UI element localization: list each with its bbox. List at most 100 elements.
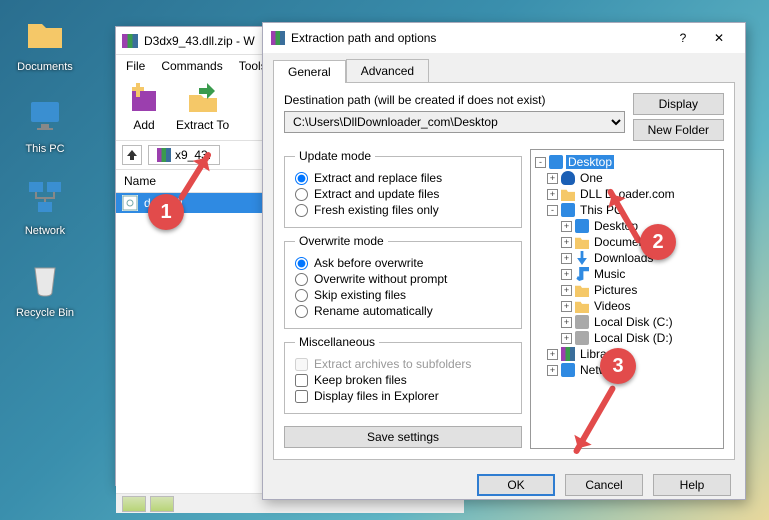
option-label: Display files in Explorer: [314, 389, 439, 403]
update-option[interactable]: Extract and replace files: [295, 171, 511, 185]
misc-option: Extract archives to subfolders: [295, 357, 511, 371]
disk-icon: [575, 315, 589, 329]
misc-option[interactable]: Display files in Explorer: [295, 389, 511, 403]
tree-label: Local Disk (D:): [592, 331, 675, 345]
overwrite-mode-legend: Overwrite mode: [295, 234, 388, 248]
folder-tree[interactable]: -Desktop+One+DLL Doader.com-This PC+Desk…: [530, 149, 724, 449]
expand-icon[interactable]: -: [547, 205, 558, 216]
expand-icon[interactable]: +: [547, 173, 558, 184]
dialog-title: Extraction path and options: [291, 31, 665, 45]
update-option[interactable]: Extract and update files: [295, 187, 511, 201]
winrar-icon: [122, 34, 138, 48]
annotation-callout-3: 3: [600, 348, 636, 384]
destination-label: Destination path (will be created if doe…: [284, 93, 625, 107]
display-button[interactable]: Display: [633, 93, 724, 115]
expand-icon[interactable]: +: [561, 253, 572, 264]
radio-input[interactable]: [295, 188, 308, 201]
folder-icon: [575, 283, 589, 297]
overwrite-option[interactable]: Skip existing files: [295, 288, 511, 302]
expand-icon[interactable]: +: [547, 189, 558, 200]
menu-file[interactable]: File: [126, 59, 145, 73]
save-settings-button[interactable]: Save settings: [284, 426, 522, 448]
close-button[interactable]: ✕: [701, 26, 737, 50]
tree-label: Desktop: [566, 155, 614, 169]
expand-icon[interactable]: +: [561, 333, 572, 344]
overwrite-option[interactable]: Overwrite without prompt: [295, 272, 511, 286]
checkbox-input[interactable]: [295, 390, 308, 403]
toolbar-extract-to[interactable]: Extract To: [176, 81, 229, 132]
overwrite-option[interactable]: Ask before overwrite: [295, 256, 511, 270]
desktop-icon-label: Documents: [10, 61, 80, 73]
tree-node[interactable]: +Pictures: [533, 282, 721, 298]
tree-node[interactable]: +Local Disk (C:): [533, 314, 721, 330]
tab-general[interactable]: General: [273, 60, 346, 83]
option-label: Ask before overwrite: [314, 256, 423, 270]
toolbar-add[interactable]: Add: [126, 81, 162, 132]
desktop-icon-network[interactable]: Network: [10, 178, 80, 237]
overwrite-option[interactable]: Rename automatically: [295, 304, 511, 318]
dll-file-icon: [122, 195, 138, 211]
misc-option[interactable]: Keep broken files: [295, 373, 511, 387]
ok-button[interactable]: OK: [477, 474, 555, 496]
radio-input[interactable]: [295, 204, 308, 217]
update-mode-group: Update mode Extract and replace filesExt…: [284, 149, 522, 228]
tree-node[interactable]: +Downloads: [533, 250, 721, 266]
desktop-icon-label: This PC: [10, 143, 80, 155]
folder-icon: [575, 299, 589, 313]
tab-pane-general: Destination path (will be created if doe…: [273, 82, 735, 460]
tree-node[interactable]: + Videos: [533, 298, 721, 314]
expand-icon[interactable]: -: [535, 157, 546, 168]
status-segment: [122, 496, 146, 512]
update-option[interactable]: Fresh existing files only: [295, 203, 511, 217]
tree-node[interactable]: +Document: [533, 234, 721, 250]
extraction-dialog: Extraction path and options ? ✕ General …: [262, 22, 746, 500]
menu-commands[interactable]: Commands: [161, 59, 222, 73]
checkbox-input[interactable]: [295, 374, 308, 387]
overwrite-mode-group: Overwrite mode Ask before overwrite Overw…: [284, 234, 522, 329]
destination-path-input[interactable]: C:\Users\DllDownloader_com\Desktop: [284, 111, 625, 133]
up-button[interactable]: [122, 145, 142, 165]
tree-node[interactable]: +One: [533, 170, 721, 186]
tree-node[interactable]: + Local Disk (D:): [533, 330, 721, 346]
tree-node[interactable]: +Music: [533, 266, 721, 282]
music-icon: [575, 267, 589, 281]
radio-input[interactable]: [295, 257, 308, 270]
desktop-icon-label: Network: [10, 225, 80, 237]
option-label: Extract and replace files: [314, 171, 442, 185]
option-label: Fresh existing files only: [314, 203, 439, 217]
tree-label: Videos: [592, 299, 632, 313]
cancel-button[interactable]: Cancel: [565, 474, 643, 496]
cloud-icon: [561, 171, 575, 185]
help-button[interactable]: Help: [653, 474, 731, 496]
desktop-icon-documents[interactable]: Documents: [10, 14, 80, 73]
folder-icon: [575, 235, 589, 249]
checkbox-input: [295, 358, 308, 371]
option-label: Overwrite without prompt: [314, 272, 447, 286]
expand-icon[interactable]: +: [547, 349, 558, 360]
desktop-icon-recycle[interactable]: Recycle Bin: [10, 260, 80, 319]
expand-icon[interactable]: +: [561, 285, 572, 296]
option-label: Skip existing files: [314, 288, 406, 302]
expand-icon[interactable]: +: [561, 317, 572, 328]
new-folder-button[interactable]: New Folder: [633, 119, 724, 141]
option-label: Extract and update files: [314, 187, 439, 201]
expand-icon[interactable]: +: [561, 237, 572, 248]
help-titlebar-button[interactable]: ?: [665, 26, 701, 50]
desktop-icon-this-pc[interactable]: This PC: [10, 96, 80, 155]
winrar-icon: [271, 31, 285, 45]
radio-input[interactable]: [295, 172, 308, 185]
desktop-icon: [575, 219, 589, 233]
expand-icon[interactable]: +: [547, 365, 558, 376]
books-icon: [561, 347, 575, 361]
tab-advanced[interactable]: Advanced: [346, 59, 429, 82]
radio-input[interactable]: [295, 289, 308, 302]
radio-input[interactable]: [295, 273, 308, 286]
radio-input[interactable]: [295, 305, 308, 318]
expand-icon[interactable]: +: [561, 221, 572, 232]
expand-icon[interactable]: +: [561, 301, 572, 312]
expand-icon[interactable]: +: [561, 269, 572, 280]
tree-node[interactable]: - Desktop: [533, 154, 721, 170]
toolbar-label: Add: [126, 118, 162, 132]
dialog-titlebar[interactable]: Extraction path and options ? ✕: [263, 23, 745, 53]
tree-node[interactable]: +DLL Doader.com: [533, 186, 721, 202]
